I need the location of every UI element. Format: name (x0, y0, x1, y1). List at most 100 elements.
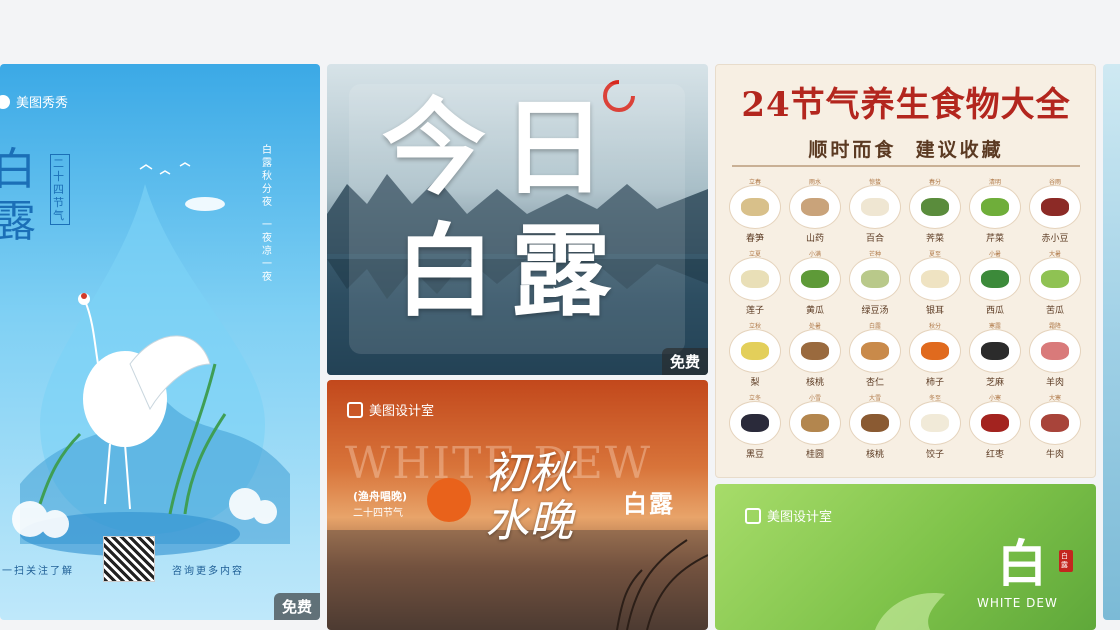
food-item: 大暑 苦瓜 (1028, 249, 1082, 316)
food-term-label: 谷雨 (1048, 179, 1061, 186)
template-card-jinri-bailu[interactable]: 今日 白露 免费 (327, 64, 708, 375)
food-term-label: 寒露 (988, 323, 1001, 330)
food-name: 苦瓜 (1045, 306, 1064, 316)
food-term-label: 白露 (868, 323, 881, 330)
template-card-chuqiu[interactable]: 美图设计室 WHITE DEW (渔舟唱晚) 二十四节气 初秋水晚 白露 (327, 380, 708, 630)
food-name: 莲子 (745, 306, 764, 316)
food-term-label: 大雪 (868, 395, 881, 402)
food-item: 冬至 饺子 (908, 393, 962, 460)
food-image (969, 401, 1021, 445)
food-item: 小寒 红枣 (968, 393, 1022, 460)
food-name: 杏仁 (865, 378, 884, 388)
template-card-food-guide[interactable]: 24节气养生食物大全 顺时而食 建议收藏 立春 春笋 雨水 山药 惊蛰 百合 春分 荠菜 清明芹… (715, 64, 1096, 478)
food-item: 立冬 黑豆 (728, 393, 782, 460)
food-name: 绿豆汤 (861, 306, 889, 316)
food-term-label: 春分 (928, 179, 941, 186)
big-character: 白 (997, 534, 1047, 593)
food-term-label: 立春 (748, 179, 761, 186)
food-image (969, 185, 1021, 229)
food-item: 夏至 银耳 (908, 249, 962, 316)
food-image (909, 185, 961, 229)
food-name: 核桃 (865, 450, 884, 460)
food-item: 大雪 核桃 (848, 393, 902, 460)
poster-poem-1: 白露秋分夜 (262, 145, 272, 208)
free-badge: 免费 (661, 348, 708, 375)
food-name: 黄瓜 (805, 306, 824, 316)
food-image (849, 329, 901, 373)
food-term-label: 立秋 (748, 323, 761, 330)
right-title: 白露 (623, 490, 675, 518)
food-image (1029, 401, 1081, 445)
food-term-label: 立冬 (748, 395, 761, 402)
free-badge: 免费 (273, 593, 320, 620)
qr-code (103, 536, 155, 582)
food-item: 惊蛰 百合 (848, 177, 902, 244)
food-name: 芝麻 (985, 378, 1004, 388)
template-card-green-bailu[interactable]: 美图设计室 白 白露 WHITE DEW (715, 484, 1096, 630)
food-item: 雨水 山药 (788, 177, 842, 244)
food-name: 桂圆 (805, 450, 824, 460)
food-item: 芒种 绿豆汤 (848, 249, 902, 316)
food-item: 处暑 核桃 (788, 321, 842, 388)
food-name: 柿子 (925, 378, 944, 388)
food-name: 黑豆 (745, 450, 764, 460)
food-image (969, 329, 1021, 373)
food-term-label: 雨水 (808, 179, 821, 186)
food-item: 小雪 桂圆 (788, 393, 842, 460)
food-term-label: 处暑 (808, 323, 821, 330)
food-guide-subtitle: 顺时而食 建议收藏 (808, 139, 1004, 161)
food-image (849, 257, 901, 301)
food-name: 春笋 (745, 234, 764, 244)
poster-footer-left: 一扫关注了解 (2, 566, 74, 577)
meitu-design-logo-icon (347, 401, 363, 418)
food-image (789, 257, 841, 301)
food-image (729, 401, 781, 445)
food-item: 立夏 莲子 (728, 249, 782, 316)
poster-vertical-side: 二十四节气 (50, 154, 70, 225)
food-name: 核桃 (805, 378, 824, 388)
food-name: 赤小豆 (1041, 234, 1069, 244)
poster-poem-2: 一夜凉一夜 (262, 220, 272, 283)
poster-footer-right: 咨询更多内容 (172, 566, 244, 577)
food-image (909, 257, 961, 301)
brand-label: 美图设计室 (347, 400, 434, 419)
food-image (909, 401, 961, 445)
food-image (729, 329, 781, 373)
food-term-label: 立夏 (748, 251, 761, 258)
food-name: 芹菜 (985, 234, 1004, 244)
food-name: 银耳 (925, 306, 944, 316)
food-term-label: 大寒 (1048, 395, 1061, 402)
food-term-label: 霜降 (1048, 323, 1061, 330)
food-item: 立秋梨 (728, 321, 782, 388)
food-image (849, 401, 901, 445)
food-name: 饺子 (925, 450, 944, 460)
food-image (1029, 185, 1081, 229)
food-guide-title: 24节气养生食物大全 (741, 85, 1071, 125)
food-name: 羊肉 (1045, 378, 1064, 388)
english-label: WHITE DEW (977, 596, 1058, 610)
food-term-label: 小满 (808, 251, 821, 258)
food-term-label: 小雪 (808, 395, 821, 402)
small-title: (渔舟唱晚) (353, 490, 408, 503)
template-card-partial-right[interactable] (1103, 64, 1120, 620)
calligraphy-title: 初秋水晚 (485, 448, 573, 547)
food-term-label: 小寒 (988, 395, 1001, 402)
food-item: 谷雨 赤小豆 (1028, 177, 1082, 244)
food-item: 立春 春笋 (728, 177, 782, 244)
food-image (729, 185, 781, 229)
food-image (909, 329, 961, 373)
poster-line-1: 今日 (382, 86, 623, 209)
subtitle-divider (732, 165, 1080, 167)
food-name: 西瓜 (985, 306, 1004, 316)
food-name: 红枣 (985, 450, 1004, 460)
red-seal: 白露 (1059, 550, 1073, 572)
food-term-label: 小暑 (988, 251, 1001, 258)
food-name: 山药 (805, 234, 824, 244)
template-card-bailu-blue[interactable]: 美图秀秀 白露 二十四节气 白露秋分夜 一夜凉一夜 一扫关注了解 咨询更多内容 … (0, 64, 320, 620)
food-name: 百合 (865, 234, 884, 244)
food-term-label: 夏至 (928, 251, 941, 258)
food-item: 小满 黄瓜 (788, 249, 842, 316)
food-item: 春分 荠菜 (908, 177, 962, 244)
food-image (789, 185, 841, 229)
food-name: 牛肉 (1045, 450, 1064, 460)
